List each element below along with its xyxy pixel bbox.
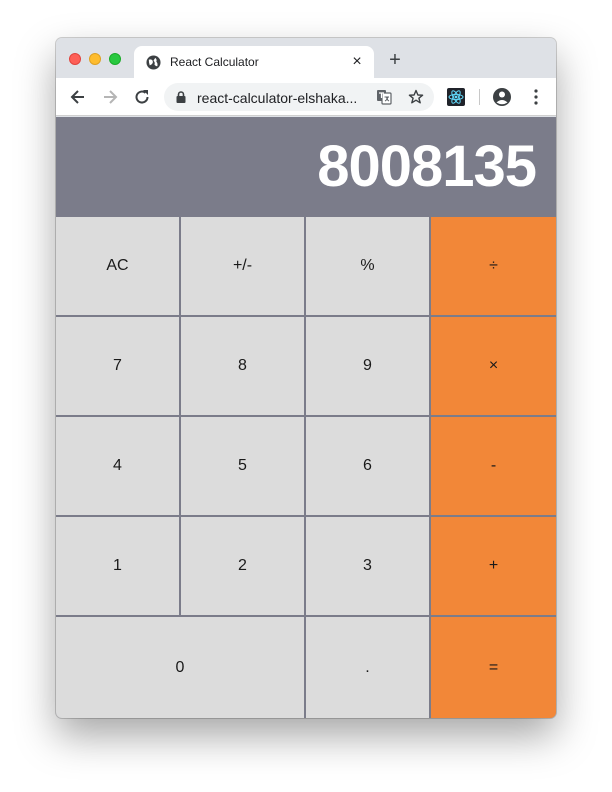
digit-0-button[interactable]: 0 xyxy=(56,617,306,718)
title-bar: React Calculator × + xyxy=(56,38,556,78)
browser-toolbar: react-calculator-elshaka... xyxy=(56,78,556,116)
digit-4-button[interactable]: 4 xyxy=(56,417,181,517)
multiply-button[interactable]: × xyxy=(431,317,556,417)
new-tab-button[interactable]: + xyxy=(386,50,404,70)
digit-1-button[interactable]: 1 xyxy=(56,517,181,617)
digit-7-button[interactable]: 7 xyxy=(56,317,181,417)
calculator-keypad: AC +/- % ÷ 7 8 9 × 4 5 6 - 1 2 3 + 0 . = xyxy=(56,217,556,718)
more-menu-icon[interactable] xyxy=(526,87,546,107)
decimal-button[interactable]: . xyxy=(306,617,431,718)
lock-icon xyxy=(176,91,186,103)
reload-icon[interactable] xyxy=(132,87,152,107)
browser-tab[interactable]: React Calculator × xyxy=(134,46,374,78)
minimize-window-button[interactable] xyxy=(89,53,101,65)
back-arrow-icon[interactable] xyxy=(68,87,88,107)
digit-2-button[interactable]: 2 xyxy=(181,517,306,617)
digit-9-button[interactable]: 9 xyxy=(306,317,431,417)
digit-5-button[interactable]: 5 xyxy=(181,417,306,517)
profile-avatar-icon[interactable] xyxy=(492,87,512,107)
address-bar[interactable]: react-calculator-elshaka... xyxy=(164,83,434,111)
close-window-button[interactable] xyxy=(69,53,81,65)
percent-button[interactable]: % xyxy=(306,217,431,317)
subtract-button[interactable]: - xyxy=(431,417,556,517)
browser-window: React Calculator × + react-calculator-el… xyxy=(56,38,556,718)
forward-arrow-icon[interactable] xyxy=(100,87,120,107)
digit-6-button[interactable]: 6 xyxy=(306,417,431,517)
clear-button[interactable]: AC xyxy=(56,217,181,317)
tab-title: React Calculator xyxy=(170,55,259,69)
zoom-window-button[interactable] xyxy=(109,53,121,65)
translate-icon[interactable] xyxy=(376,89,392,105)
tab-close-button[interactable]: × xyxy=(350,52,364,72)
url-text: react-calculator-elshaka... xyxy=(197,90,358,106)
digit-8-button[interactable]: 8 xyxy=(181,317,306,417)
calculator-display: 8008135 xyxy=(56,117,556,217)
divide-button[interactable]: ÷ xyxy=(431,217,556,317)
digit-3-button[interactable]: 3 xyxy=(306,517,431,617)
toolbar-divider xyxy=(479,89,480,105)
plus-minus-button[interactable]: +/- xyxy=(181,217,306,317)
display-value: 8008135 xyxy=(317,134,537,199)
react-devtools-icon[interactable] xyxy=(447,88,465,106)
add-button[interactable]: + xyxy=(431,517,556,617)
equals-button[interactable]: = xyxy=(431,617,556,718)
bookmark-star-icon[interactable] xyxy=(408,89,424,105)
globe-icon xyxy=(146,55,161,70)
